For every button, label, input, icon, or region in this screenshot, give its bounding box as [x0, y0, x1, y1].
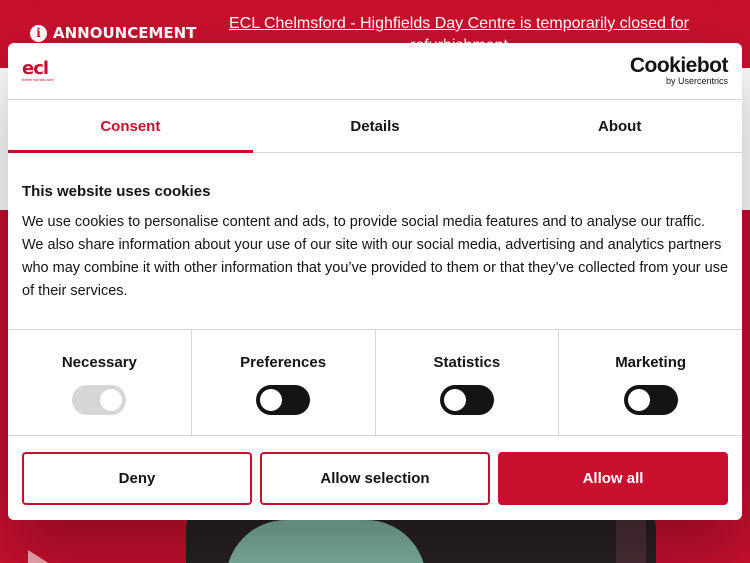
toggle-marketing-label: Marketing: [615, 354, 687, 371]
consent-buttons: Deny Allow selection Allow all: [8, 436, 742, 505]
ecl-wordmark: ecl: [22, 58, 49, 79]
toggle-preferences-switch[interactable]: [256, 385, 311, 415]
ecl-tagline: better worlds care: [22, 77, 54, 82]
dialog-header: ecl better worlds care Cookiebot by User…: [8, 43, 742, 100]
info-icon: i: [30, 24, 47, 42]
switch-knob: [260, 389, 283, 411]
tab-details[interactable]: Details: [253, 100, 498, 152]
toggle-preferences-group: Preferences: [192, 330, 376, 435]
switch-knob: [627, 389, 650, 411]
tab-consent[interactable]: Consent: [8, 100, 253, 153]
consent-body: This website uses cookies We use cookies…: [8, 153, 742, 330]
toggle-marketing-group: Marketing: [559, 330, 742, 435]
toggle-necessary-switch: [72, 385, 127, 415]
toggle-statistics-switch[interactable]: [439, 385, 494, 415]
deny-button[interactable]: Deny: [22, 452, 252, 505]
allow-all-button[interactable]: Allow all: [498, 452, 728, 505]
cookiebot-name: Cookiebot: [629, 54, 729, 77]
toggle-necessary-label: Necessary: [61, 354, 137, 371]
tab-about[interactable]: About: [497, 100, 742, 152]
consent-tabs: Consent Details About: [8, 100, 742, 153]
switch-knob: [100, 389, 123, 411]
decorative-arrow-icon: [28, 550, 50, 563]
toggle-necessary-group: Necessary: [8, 330, 192, 435]
cookiebot-by: by Usercentrics: [665, 76, 728, 86]
allow-selection-button[interactable]: Allow selection: [260, 452, 490, 505]
cookiebot-logo[interactable]: Cookiebot by Usercentrics: [629, 54, 729, 87]
switch-knob: [443, 389, 466, 411]
consent-toggles: Necessary Preferences Statistics Marketi…: [8, 330, 742, 436]
hero-person: [226, 520, 426, 563]
cookie-consent-dialog: ecl better worlds care Cookiebot by User…: [8, 43, 742, 520]
toggle-marketing-switch[interactable]: [623, 385, 678, 415]
toggle-statistics-label: Statistics: [433, 354, 501, 371]
announcement-label-text: ANNOUNCEMENT: [53, 24, 197, 42]
consent-description: We use cookies to personalise content an…: [22, 214, 729, 299]
ecl-logo: ecl better worlds care: [22, 58, 54, 83]
toggle-preferences-label: Preferences: [240, 354, 327, 371]
announcement-label: i ANNOUNCEMENT: [30, 24, 196, 42]
toggle-statistics-group: Statistics: [376, 330, 560, 435]
consent-title: This website uses cookies: [22, 183, 211, 200]
